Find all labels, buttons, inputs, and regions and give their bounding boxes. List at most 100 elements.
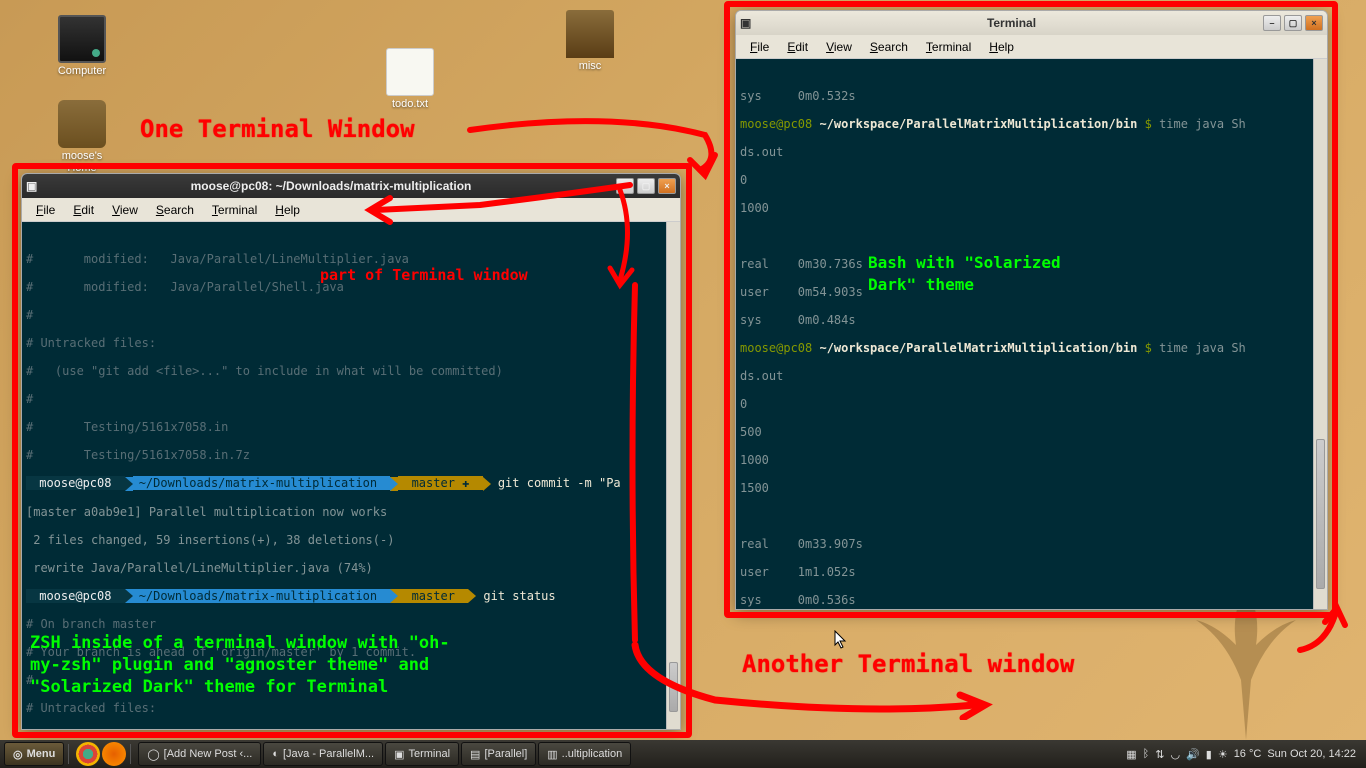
menu-help[interactable]: Help [267, 201, 308, 219]
terminal-window-right[interactable]: ▣ Terminal – ▢ × File Edit View Search T… [735, 10, 1328, 610]
term-line: # Untracked files: [26, 701, 676, 715]
scroll-thumb[interactable] [669, 662, 678, 712]
terminal-output[interactable]: # modified: Java/Parallel/LineMultiplier… [22, 222, 680, 730]
term-line: # [26, 673, 676, 687]
term-line: sys 0m0.536s [740, 593, 1323, 607]
term-line: # modified: Java/Parallel/LineMultiplier… [26, 252, 676, 266]
menubar: File Edit View Search Terminal Help [736, 35, 1327, 59]
nautilus-icon: ▥ [547, 748, 557, 761]
menu-file[interactable]: File [742, 38, 777, 56]
weather-temp[interactable]: 16 °C [1234, 748, 1262, 760]
menubar: File Edit View Search Terminal Help [22, 198, 680, 222]
volume-icon[interactable]: 🔊 [1186, 748, 1200, 761]
term-line: # (use "git add <file>..." to include in… [26, 364, 676, 378]
term-line: sys 0m0.532s [740, 89, 1323, 103]
term-line: # [26, 392, 676, 406]
term-line: ds.out [740, 369, 1323, 383]
task-button[interactable]: ▤[Parallel] [461, 742, 536, 766]
wifi-icon[interactable]: ◡ [1170, 748, 1180, 761]
home-icon [58, 100, 106, 148]
term-line: # [26, 308, 676, 322]
maximize-button[interactable]: ▢ [637, 178, 655, 194]
weather-icon[interactable]: ☀ [1218, 748, 1228, 761]
term-line: # Testing/5161x7058.in [26, 420, 676, 434]
gedit-icon: ▤ [470, 748, 480, 761]
term-line: # (use "git add <file>..." to include in… [26, 729, 676, 730]
menu-edit[interactable]: Edit [779, 38, 816, 56]
icon-label: moose's Home [50, 150, 114, 174]
taskbar: ◎ Menu ◯[Add New Post ‹... ◐[Java - Para… [0, 740, 1366, 768]
app-icon: ▣ [740, 16, 760, 30]
term-line: # Your branch is ahead of 'origin/master… [26, 645, 676, 659]
chrome-icon: ◯ [147, 748, 159, 761]
term-line: 0 [740, 397, 1323, 411]
terminal-icon: ▣ [394, 748, 404, 761]
menu-help[interactable]: Help [981, 38, 1022, 56]
menu-icon: ◎ [13, 748, 23, 761]
menu-search[interactable]: Search [148, 201, 202, 219]
term-line [740, 509, 1323, 523]
desktop-icon-todo[interactable]: todo.txt [378, 48, 442, 110]
computer-icon [58, 15, 106, 63]
term-line: user 0m54.903s [740, 285, 1323, 299]
window-title: moose@pc08: ~/Downloads/matrix-multiplic… [46, 179, 616, 193]
bluetooth-icon[interactable]: ᛒ [1143, 748, 1150, 760]
menu-terminal[interactable]: Terminal [918, 38, 979, 56]
titlebar[interactable]: ▣ Terminal – ▢ × [736, 11, 1327, 35]
menu-search[interactable]: Search [862, 38, 916, 56]
term-line: # modified: Java/Parallel/Shell.java [26, 280, 676, 294]
term-line: # Untracked files: [26, 336, 676, 350]
term-line: 1500 [740, 481, 1323, 495]
term-line: 0 [740, 173, 1323, 187]
window-title: Terminal [760, 16, 1263, 30]
close-button[interactable]: × [658, 178, 676, 194]
icon-label: Computer [50, 65, 114, 77]
minimize-button[interactable]: – [616, 178, 634, 194]
titlebar[interactable]: ▣ moose@pc08: ~/Downloads/matrix-multipl… [22, 174, 680, 198]
text-file-icon [386, 48, 434, 96]
menu-terminal[interactable]: Terminal [204, 201, 265, 219]
term-line: 1000 [740, 201, 1323, 215]
term-line: [master a0ab9e1] Parallel multiplication… [26, 505, 676, 519]
battery-icon[interactable]: ▮ [1206, 748, 1212, 761]
system-tray: ▦ ᛒ ⇅ ◡ 🔊 ▮ ☀ 16 °C Sun Oct 20, 14:22 [1120, 748, 1362, 761]
folder-icon [566, 10, 614, 58]
task-button[interactable]: ◯[Add New Post ‹... [138, 742, 261, 766]
scrollbar[interactable] [1313, 59, 1327, 610]
desktop-icon-computer[interactable]: Computer [50, 15, 114, 77]
eclipse-icon: ◐ [272, 748, 279, 760]
menu-view[interactable]: View [818, 38, 860, 56]
term-line: user 1m1.052s [740, 565, 1323, 579]
menu-view[interactable]: View [104, 201, 146, 219]
terminal-window-left[interactable]: ▣ moose@pc08: ~/Downloads/matrix-multipl… [21, 173, 681, 730]
menu-button[interactable]: ◎ Menu [4, 742, 64, 766]
terminal-output[interactable]: sys 0m0.532s moose@pc08 ~/workspace/Para… [736, 59, 1327, 610]
task-button[interactable]: ▣Terminal [385, 742, 459, 766]
show-desktop-icon[interactable]: ▦ [1126, 748, 1136, 761]
icon-label: misc [558, 60, 622, 72]
icon-label: todo.txt [378, 98, 442, 110]
network-icon[interactable]: ⇅ [1155, 748, 1164, 761]
term-line: ds.out [740, 145, 1323, 159]
term-line: # Testing/5161x7058.in.7z [26, 448, 676, 462]
desktop-icon-misc[interactable]: misc [558, 10, 622, 72]
minimize-button[interactable]: – [1263, 15, 1281, 31]
term-line: sys 0m0.484s [740, 313, 1323, 327]
maximize-button[interactable]: ▢ [1284, 15, 1302, 31]
firefox-launcher-icon[interactable] [102, 742, 126, 766]
term-line: 1000 [740, 453, 1323, 467]
scrollbar[interactable] [666, 222, 680, 730]
term-line: 500 [740, 425, 1323, 439]
term-line: moose@pc08 ~/workspace/ParallelMatrixMul… [740, 341, 1323, 355]
clock[interactable]: Sun Oct 20, 14:22 [1267, 748, 1356, 760]
task-button[interactable]: ▥..ultiplication [538, 742, 631, 766]
task-button[interactable]: ◐[Java - ParallelM... [263, 742, 383, 766]
close-button[interactable]: × [1305, 15, 1323, 31]
scroll-thumb[interactable] [1316, 439, 1325, 589]
desktop-icon-home[interactable]: moose's Home [50, 100, 114, 174]
chrome-launcher-icon[interactable] [76, 742, 100, 766]
menu-file[interactable]: File [28, 201, 63, 219]
menu-edit[interactable]: Edit [65, 201, 102, 219]
term-line [740, 229, 1323, 243]
term-line: rewrite Java/Parallel/LineMultiplier.jav… [26, 561, 676, 575]
